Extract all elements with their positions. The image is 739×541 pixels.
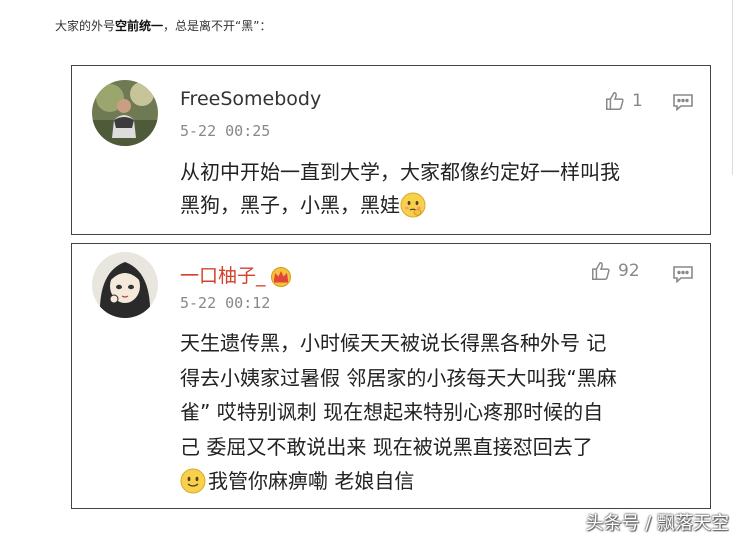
- comment-line: 己 委屈又不敢说出来 现在被说黑直接怼回去了: [180, 434, 593, 459]
- avatar[interactable]: [92, 80, 158, 146]
- avatar[interactable]: [92, 252, 158, 318]
- intro-text: 大家的外号空前统一，总是离不开“黑”：: [55, 17, 271, 34]
- timestamp: 5-22 00:25: [180, 122, 271, 140]
- crown-badge-icon: [270, 266, 291, 287]
- comment-line: 天生遗传黑，小时候天天被说长得黑各种外号 记: [180, 331, 607, 355]
- comment-body: 从初中开始一直到大学，大家都像约定好一样叫我 黑狗，黑子，小黑，黑娃: [180, 156, 694, 222]
- thumbs-up-icon: [606, 92, 624, 110]
- intro-prefix: 大家的外号: [55, 19, 116, 33]
- thumbs-up-icon: [592, 262, 610, 280]
- comment-line: 从初中开始一直到大学，大家都像约定好一样叫我: [180, 160, 620, 184]
- divider: [732, 0, 733, 175]
- smile-face-emoji: [180, 468, 206, 493]
- comment-line: 得去小姨家过暑假 邻居家的小孩每天大叫我“黑麻: [180, 365, 617, 390]
- shy-face-emoji: [400, 192, 426, 217]
- like-count: 92: [618, 261, 640, 281]
- timestamp: 5-22 00:12: [180, 294, 271, 312]
- like-count: 1: [632, 91, 643, 111]
- intro-bold: 空前统一: [115, 19, 164, 33]
- username[interactable]: 一口柚子_: [180, 265, 266, 287]
- reply-icon[interactable]: [672, 265, 694, 283]
- username-row: 一口柚子_: [180, 261, 292, 288]
- like-button[interactable]: 1: [604, 90, 643, 112]
- comment-body: 天生遗传黑，小时候天天被说长得黑各种外号 记 得去小姨家过暑假 邻居家的小孩每天…: [180, 326, 694, 499]
- intro-suffix: ，总是离不开“黑”：: [163, 19, 272, 33]
- comment-card: 一口柚子_ 5-22 00:12 92 天生遗传黑，小时候天天被说长得黑各种外号…: [71, 243, 711, 509]
- like-button[interactable]: 92: [590, 260, 640, 282]
- comment-line: 雀” 哎特别讽刺 现在想起来特别心疼那时候的自: [180, 400, 604, 424]
- comment-line-row: 黑狗，黑子，小黑，黑娃: [180, 189, 694, 222]
- comment-line-row: 我管你麻痹嘞 老娘自信: [180, 464, 694, 499]
- reply-icon[interactable]: [672, 93, 694, 111]
- comment-line: 黑狗，黑子，小黑，黑娃: [180, 193, 400, 217]
- username[interactable]: FreeSomebody: [180, 88, 321, 110]
- watermark: 头条号 / 飘落天空: [585, 513, 729, 534]
- comment-line: 我管你麻痹嘞 老娘自信: [208, 469, 415, 493]
- comment-card: FreeSomebody 5-22 00:25 1 从初中开始一直到大学，大家都…: [71, 65, 711, 235]
